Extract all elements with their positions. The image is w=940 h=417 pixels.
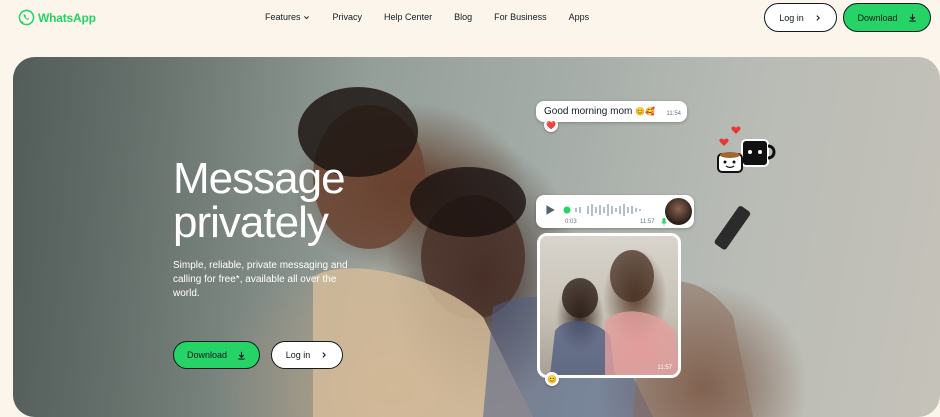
voice-duration: 0:03 bbox=[565, 219, 577, 225]
nav-blog-label: Blog bbox=[454, 12, 473, 22]
hero-section: Message privately Simple, reliable, priv… bbox=[13, 57, 940, 417]
download-icon bbox=[908, 13, 916, 22]
nav-for-business-label: For Business bbox=[494, 12, 547, 22]
hero-subtext: Simple, reliable, private messaging and … bbox=[173, 260, 348, 299]
headline-line-1: Message bbox=[173, 154, 346, 203]
photo-message: 11:57 bbox=[537, 233, 681, 378]
brand-name: WhatsApp bbox=[38, 10, 96, 25]
mic-icon bbox=[661, 218, 667, 226]
nav-features-label: Features bbox=[265, 12, 301, 22]
play-icon[interactable] bbox=[544, 204, 556, 216]
coffee-cups-sticker bbox=[717, 126, 776, 173]
chevron-right-icon bbox=[322, 352, 327, 358]
message-reaction: ❤️ bbox=[544, 118, 558, 132]
chevron-right-icon bbox=[816, 14, 820, 21]
nav-login-button[interactable]: Log in bbox=[764, 3, 837, 32]
nav-for-business[interactable]: For Business bbox=[494, 12, 547, 22]
nav-blog[interactable]: Blog bbox=[454, 12, 472, 22]
message-text: Good morning mom 😊🥰 bbox=[544, 106, 655, 117]
top-navigation: WhatsApp Features Privacy Help Center Bl… bbox=[0, 0, 940, 36]
nav-features[interactable]: Features bbox=[265, 12, 310, 22]
hero-login-label: Log in bbox=[285, 350, 311, 360]
photo-content bbox=[550, 250, 678, 375]
voice-waveform bbox=[563, 204, 641, 216]
hero-headline: Message privately bbox=[173, 154, 346, 247]
nav-apps[interactable]: Apps bbox=[569, 12, 590, 22]
nav-help-center[interactable]: Help Center bbox=[384, 12, 432, 22]
hero-download-label: Download bbox=[186, 350, 228, 360]
hero-login-button[interactable]: Log in bbox=[271, 341, 343, 369]
message-body: Good morning mom bbox=[544, 106, 633, 117]
nav-login-label: Log in bbox=[779, 12, 804, 23]
whatsapp-logo-icon bbox=[18, 9, 35, 26]
chat-message-bubble: Good morning mom 😊🥰 11:54 bbox=[536, 101, 687, 122]
message-time: 11:54 bbox=[666, 111, 681, 117]
voice-sender-avatar bbox=[665, 198, 692, 225]
nav-privacy-label: Privacy bbox=[332, 12, 363, 22]
download-icon bbox=[238, 351, 245, 360]
voice-time: 11:57 bbox=[640, 219, 655, 225]
voice-message-card: 0:03 11:57 bbox=[536, 195, 694, 228]
hero-download-button[interactable]: Download bbox=[173, 341, 260, 369]
photo-time: 11:57 bbox=[657, 365, 672, 371]
hero-photo-background bbox=[298, 87, 753, 417]
message-emojis: 😊🥰 bbox=[635, 107, 656, 116]
nav-download-label: Download bbox=[857, 12, 898, 23]
nav-apps-label: Apps bbox=[568, 12, 590, 22]
nav-links: Features Privacy Help Center Blog For Bu… bbox=[265, 12, 589, 22]
nav-download-button[interactable]: Download bbox=[843, 3, 931, 32]
photo-reaction: 😊 bbox=[545, 372, 559, 386]
nav-privacy[interactable]: Privacy bbox=[333, 12, 363, 22]
chevron-down-icon bbox=[303, 15, 309, 19]
headline-line-2: privately bbox=[173, 198, 329, 247]
whatsapp-logo[interactable]: WhatsApp bbox=[18, 9, 96, 26]
nav-help-center-label: Help Center bbox=[384, 12, 433, 22]
